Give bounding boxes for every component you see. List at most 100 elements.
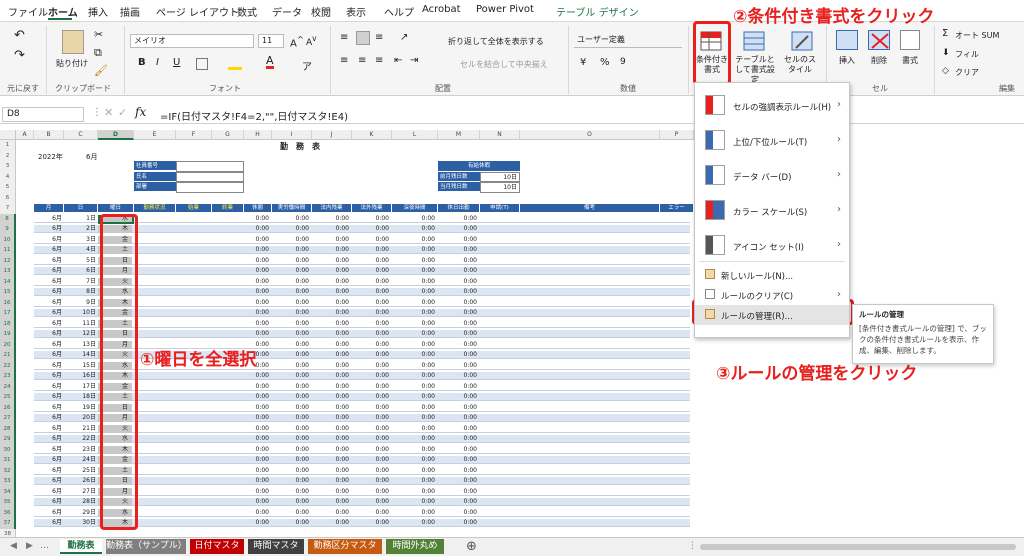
time-cell[interactable]: 0:00 <box>392 383 435 391</box>
row-header[interactable]: 3 <box>0 161 16 172</box>
time-cell[interactable]: 0:00 <box>352 267 389 275</box>
leave-value[interactable]: 10日 <box>480 182 520 193</box>
info-value-cell[interactable] <box>176 161 244 172</box>
weekday-cell[interactable]: 水 <box>98 288 132 296</box>
row-header[interactable]: 29 <box>0 434 16 445</box>
time-cell[interactable]: 0:00 <box>352 278 389 286</box>
weekday-cell[interactable]: 月 <box>98 414 132 422</box>
month-cell[interactable]: 6月 <box>34 509 62 517</box>
day-cell[interactable]: 1日 <box>64 215 96 223</box>
time-cell[interactable]: 0:00 <box>244 278 269 286</box>
info-value-cell[interactable] <box>176 182 244 193</box>
time-cell[interactable]: 0:00 <box>438 341 477 349</box>
align-left-icon[interactable]: ≡ <box>340 55 348 66</box>
time-cell[interactable]: 0:00 <box>392 362 435 370</box>
time-cell[interactable]: 0:00 <box>392 225 435 233</box>
month-cell[interactable]: 6月 <box>34 498 62 506</box>
row-header[interactable]: 25 <box>0 392 16 403</box>
month-cell[interactable]: 6月 <box>34 425 62 433</box>
year-cell[interactable]: 2022年 <box>38 152 63 162</box>
time-cell[interactable]: 0:00 <box>272 425 309 433</box>
paste-icon[interactable] <box>62 30 84 54</box>
day-cell[interactable]: 29日 <box>64 509 96 517</box>
leave-value[interactable]: 10日 <box>480 171 520 182</box>
weekday-cell[interactable]: 日 <box>98 256 132 265</box>
row-header[interactable]: 31 <box>0 455 16 466</box>
time-cell[interactable]: 0:00 <box>272 267 309 275</box>
month-cell[interactable]: 6月 <box>34 414 62 422</box>
time-cell[interactable]: 0:00 <box>438 372 477 380</box>
day-cell[interactable]: 5日 <box>64 257 96 265</box>
column-header[interactable]: J <box>312 130 352 140</box>
column-header[interactable]: O <box>520 130 660 140</box>
column-header[interactable]: G <box>212 130 244 140</box>
time-cell[interactable]: 0:00 <box>392 425 435 433</box>
time-cell[interactable]: 0:00 <box>392 498 435 506</box>
day-cell[interactable]: 9日 <box>64 299 96 307</box>
time-cell[interactable]: 0:00 <box>352 257 389 265</box>
day-cell[interactable]: 14日 <box>64 351 96 359</box>
time-cell[interactable]: 0:00 <box>244 236 269 244</box>
column-header[interactable]: K <box>352 130 392 140</box>
day-cell[interactable]: 23日 <box>64 446 96 454</box>
time-cell[interactable]: 0:00 <box>438 257 477 265</box>
font-color-icon[interactable]: A <box>266 55 274 69</box>
time-cell[interactable]: 0:00 <box>244 435 269 443</box>
day-cell[interactable]: 25日 <box>64 467 96 475</box>
row-header[interactable]: 4 <box>0 171 16 182</box>
row-header[interactable]: 36 <box>0 507 16 518</box>
month-cell[interactable]: 6月 <box>86 152 97 162</box>
row-header[interactable]: 34 <box>0 486 16 497</box>
horizontal-scrollbar[interactable] <box>700 544 1016 550</box>
phonetic-icon[interactable]: ア <box>302 58 312 73</box>
time-cell[interactable]: 0:00 <box>438 498 477 506</box>
month-cell[interactable]: 6月 <box>34 362 62 370</box>
menu-tab[interactable]: Acrobat <box>422 4 461 15</box>
time-cell[interactable]: 0:00 <box>312 341 349 349</box>
time-cell[interactable]: 0:00 <box>272 393 309 401</box>
weekday-cell[interactable]: 金 <box>98 235 132 244</box>
time-cell[interactable]: 0:00 <box>272 435 309 443</box>
month-cell[interactable]: 6月 <box>34 393 62 401</box>
time-cell[interactable]: 0:00 <box>244 225 269 233</box>
time-cell[interactable]: 0:00 <box>438 236 477 244</box>
time-cell[interactable]: 0:00 <box>312 393 349 401</box>
time-cell[interactable]: 0:00 <box>312 404 349 412</box>
delete-button[interactable]: 削除 <box>871 55 887 66</box>
time-cell[interactable]: 0:00 <box>312 372 349 380</box>
row-header[interactable]: 6 <box>0 192 16 203</box>
weekday-cell[interactable]: 月 <box>98 340 132 349</box>
column-header[interactable]: E <box>134 130 176 140</box>
weekday-cell[interactable]: 木 <box>98 372 132 380</box>
time-cell[interactable]: 0:00 <box>244 215 269 223</box>
time-cell[interactable]: 0:00 <box>312 467 349 475</box>
time-cell[interactable]: 0:00 <box>438 299 477 307</box>
time-cell[interactable]: 0:00 <box>392 488 435 496</box>
time-cell[interactable]: 0:00 <box>244 477 269 485</box>
time-cell[interactable]: 0:00 <box>312 351 349 359</box>
weekday-cell[interactable]: 月 <box>98 487 132 496</box>
cell-style-button[interactable]: セルのスタイル <box>782 55 818 75</box>
row-header[interactable]: 28 <box>0 423 16 434</box>
autosum-icon[interactable]: Σ <box>942 28 948 39</box>
time-cell[interactable]: 0:00 <box>272 456 309 464</box>
time-cell[interactable]: 0:00 <box>312 215 349 223</box>
time-cell[interactable]: 0:00 <box>352 372 389 380</box>
month-cell[interactable]: 6月 <box>34 456 62 464</box>
underline-icon[interactable]: U <box>173 57 180 68</box>
time-cell[interactable]: 0:00 <box>438 362 477 370</box>
time-cell[interactable]: 0:00 <box>438 267 477 275</box>
align-bottom-icon[interactable]: ≡ <box>375 32 383 43</box>
time-cell[interactable]: 0:00 <box>392 456 435 464</box>
cell-style-icon[interactable] <box>790 30 814 52</box>
weekday-cell[interactable]: 木 <box>98 445 132 454</box>
day-cell[interactable]: 19日 <box>64 404 96 412</box>
time-cell[interactable]: 0:00 <box>272 414 309 422</box>
format-painter-icon[interactable]: 🖌 <box>94 64 108 77</box>
time-cell[interactable]: 0:00 <box>272 372 309 380</box>
time-cell[interactable]: 0:00 <box>272 288 309 296</box>
time-cell[interactable]: 0:00 <box>312 309 349 317</box>
time-cell[interactable]: 0:00 <box>438 404 477 412</box>
sheet-tab[interactable]: 時間マスタ <box>248 539 304 554</box>
table-format-icon[interactable] <box>742 30 766 52</box>
